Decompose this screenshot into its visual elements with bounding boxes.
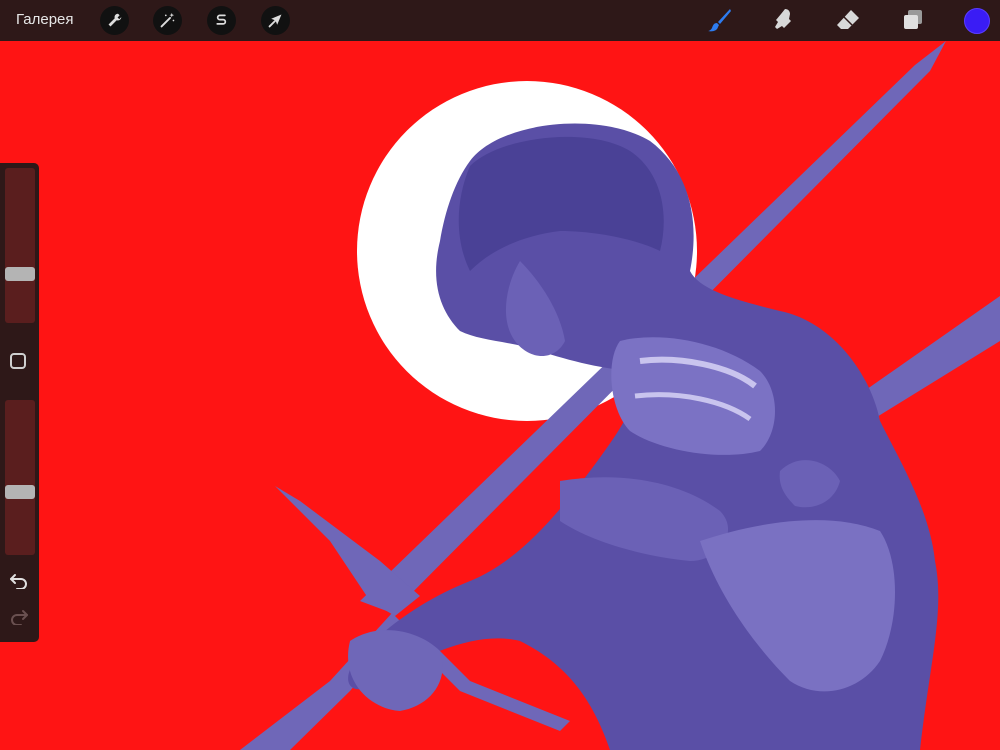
paint-tool-button[interactable] <box>704 5 734 35</box>
brush-size-thumb[interactable] <box>5 266 35 281</box>
redo-icon[interactable] <box>9 609 29 625</box>
brush-icon <box>708 9 731 32</box>
undo-icon[interactable] <box>9 573 29 589</box>
smudge-icon <box>775 9 791 29</box>
brush-size-slider[interactable] <box>5 168 35 323</box>
brush-opacity-slider[interactable] <box>5 400 35 555</box>
eraser-tool-button[interactable] <box>833 5 863 35</box>
arrow-cursor-icon <box>268 14 282 28</box>
wrench-icon <box>108 13 122 27</box>
transform-button[interactable] <box>261 6 290 35</box>
layers-button[interactable] <box>898 5 928 35</box>
left-sidebar <box>0 163 39 642</box>
actions-button[interactable] <box>100 6 129 35</box>
selection-s-icon <box>216 14 227 25</box>
magic-wand-icon <box>160 12 175 28</box>
eraser-icon <box>837 10 859 29</box>
top-toolbar: Галерея <box>0 0 1000 41</box>
gallery-button[interactable]: Галерея <box>16 11 74 28</box>
selection-button[interactable] <box>207 6 236 35</box>
color-swatch[interactable] <box>964 8 990 34</box>
adjustments-button[interactable] <box>153 6 182 35</box>
modify-button[interactable] <box>10 353 26 369</box>
drawing-canvas[interactable] <box>0 41 1000 750</box>
smudge-tool-button[interactable] <box>769 5 799 35</box>
brush-opacity-thumb[interactable] <box>5 484 35 499</box>
layers-icon <box>904 10 922 29</box>
